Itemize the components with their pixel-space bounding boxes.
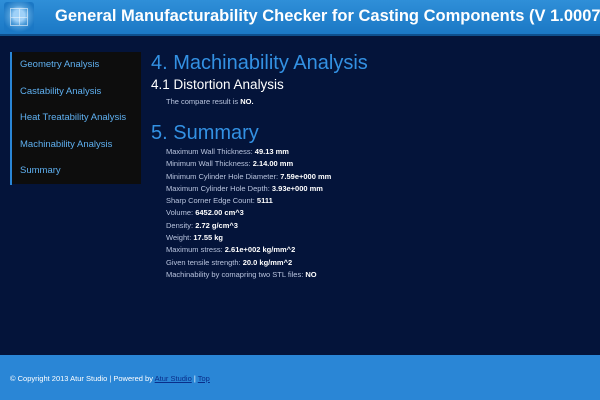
summary-label: Weight: xyxy=(166,233,192,243)
distortion-heading: 4.1 Distortion Analysis xyxy=(151,77,284,92)
summary-value: 2.72 g/cm^3 xyxy=(195,220,238,230)
summary-row-max-stress: Maximum stress: 2.61e+002 kg/mm^2 xyxy=(151,244,591,256)
footer-separator: | xyxy=(193,374,196,383)
summary-label: Volume: xyxy=(166,208,194,218)
summary-row-machinability-stl: Machinability by comapring two STL files… xyxy=(151,269,591,281)
summary-row-min-wall-thickness: Minimum Wall Thickness: 2.14.00 mm xyxy=(151,158,591,170)
summary-row-max-wall-thickness: Maximum Wall Thickness: 49.13 mm xyxy=(151,146,591,158)
summary-label: Sharp Corner Edge Count: xyxy=(166,196,255,206)
sidebar-item-castability-analysis[interactable]: Castability Analysis xyxy=(10,78,141,105)
summary-label: Maximum Wall Thickness: xyxy=(166,147,253,156)
sidebar-nav: Geometry Analysis Castability Analysis H… xyxy=(10,52,141,185)
summary-value: 20.0 kg/mm^2 xyxy=(242,257,293,267)
copyright-text: © Copyright 2013 Atur Studio | Powered b… xyxy=(10,374,153,383)
app-title: General Manufacturability Checker for Ca… xyxy=(55,7,600,25)
summary-value: 2.14.00 mm xyxy=(252,159,294,169)
summary-label: Maximum Cylinder Hole Depth: xyxy=(166,183,270,193)
summary-value: 7.59e+000 mm xyxy=(280,171,332,181)
summary-row-weight: Weight: 17.55 kg xyxy=(151,232,591,244)
summary-label: Minimum Wall Thickness: xyxy=(166,159,251,169)
atur-studio-link[interactable]: Atur Studio xyxy=(155,374,192,383)
sidebar-item-geometry-analysis[interactable]: Geometry Analysis xyxy=(10,52,141,79)
sidebar-item-machinability-analysis[interactable]: Machinability Analysis xyxy=(10,131,141,158)
summary-label: Minimum Cylinder Hole Diameter: xyxy=(166,171,279,181)
summary-label: Density: xyxy=(166,220,194,230)
sidebar-item-heat-treatability-analysis[interactable]: Heat Treatability Analysis xyxy=(10,105,141,132)
summary-value: NO xyxy=(305,269,317,279)
compare-result: The compare result is NO. xyxy=(151,97,591,107)
footer-text: © Copyright 2013 Atur Studio | Powered b… xyxy=(10,374,210,383)
summary-row-sharp-corner-edge-count: Sharp Corner Edge Count: 5111 xyxy=(151,195,591,207)
summary-row-density: Density: 2.72 g/cm^3 xyxy=(151,220,591,232)
summary-value: 6452.00 cm^3 xyxy=(195,208,244,218)
machinability-heading: 4. Machinability Analysis xyxy=(151,52,368,74)
summary-row-tensile-strength: Given tensile strength: 20.0 kg/mm^2 xyxy=(151,257,591,269)
app-header: General Manufacturability Checker for Ca… xyxy=(0,0,600,36)
sidebar-item-summary[interactable]: Summary xyxy=(10,158,141,185)
top-link[interactable]: Top xyxy=(198,374,210,383)
compare-result-value: NO. xyxy=(240,97,254,106)
summary-row-volume: Volume: 6452.00 cm^3 xyxy=(151,207,591,219)
summary-label: Machinability by comapring two STL files… xyxy=(166,269,304,279)
summary-value: 3.93e+000 mm xyxy=(271,183,323,193)
summary-label: Given tensile strength: xyxy=(166,257,241,267)
summary-value: 2.61e+002 kg/mm^2 xyxy=(224,245,296,255)
page-footer: © Copyright 2013 Atur Studio | Powered b… xyxy=(0,355,600,400)
summary-heading: 5. Summary xyxy=(151,122,259,144)
summary-value: 49.13 mm xyxy=(254,147,289,156)
summary-value: 17.55 kg xyxy=(193,233,223,243)
summary-label: Maximum stress: xyxy=(166,245,223,255)
summary-row-min-cylinder-hole-diameter: Minimum Cylinder Hole Diameter: 7.59e+00… xyxy=(151,171,591,183)
summary-value: 5111 xyxy=(256,196,273,206)
summary-row-max-cylinder-hole-depth: Maximum Cylinder Hole Depth: 3.93e+000 m… xyxy=(151,183,591,195)
app-logo-icon xyxy=(4,2,34,32)
main-content: 4. Machinability Analysis 4.1 Distortion… xyxy=(151,52,591,281)
compare-result-label: The compare result is xyxy=(166,97,239,106)
